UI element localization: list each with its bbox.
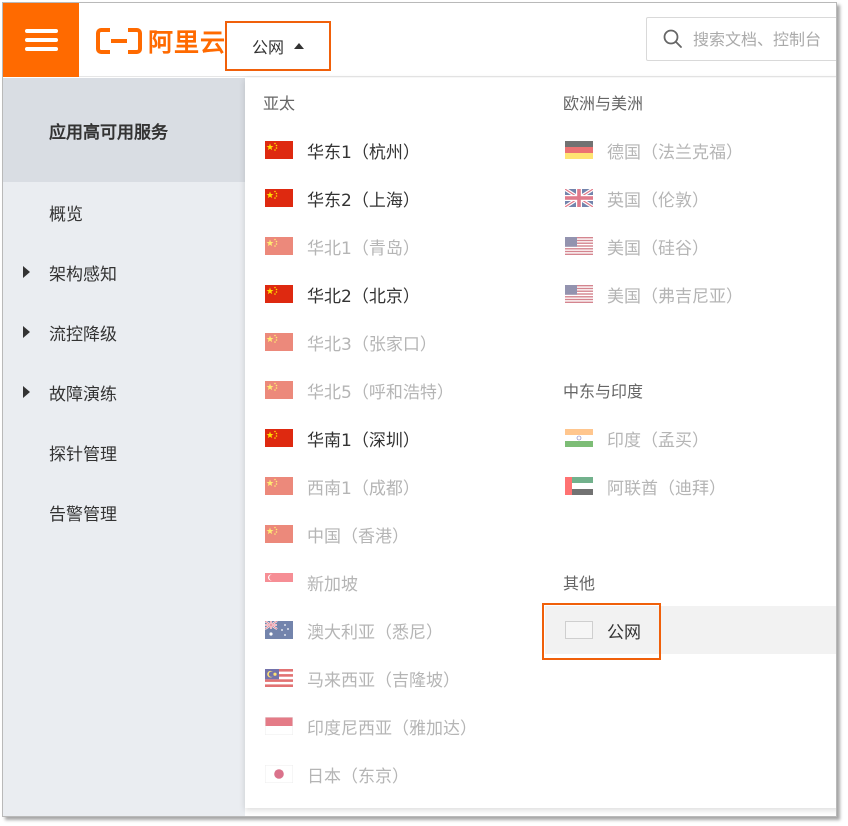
malaysia-flag-icon xyxy=(265,669,293,687)
region-option-label: 澳大利亚（悉尼） xyxy=(307,622,443,643)
selected-highlight-box xyxy=(542,603,661,660)
region-option-label: 新加坡 xyxy=(307,574,358,595)
region-option-label: 日本（东京） xyxy=(307,766,409,787)
region-option-label: 德国（法兰克福） xyxy=(607,142,743,163)
top-bar: 阿里云 公网 xyxy=(3,3,836,77)
sidebar-item-label: 故障演练 xyxy=(49,384,117,405)
region-option: 英国（伦敦） xyxy=(545,174,836,222)
sidebar-item[interactable]: 概览 xyxy=(3,182,245,242)
china-flag-icon xyxy=(265,429,293,447)
region-option-label: 英国（伦敦） xyxy=(607,190,709,211)
region-option-label: 美国（弗吉尼亚） xyxy=(607,286,743,307)
indonesia-flag-icon xyxy=(265,717,293,735)
region-option-label: 阿联酋（迪拜） xyxy=(607,478,726,499)
sidebar-item[interactable]: 故障演练 xyxy=(3,362,245,422)
region-option: 马来西亚（吉隆坡） xyxy=(245,654,545,702)
region-option[interactable]: 华东2（上海） xyxy=(245,174,545,222)
china-flag-icon xyxy=(265,237,293,255)
region-option: 西南1（成都） xyxy=(245,462,545,510)
aliyun-logo[interactable]: 阿里云 xyxy=(96,25,226,57)
region-option[interactable]: 华南1（深圳） xyxy=(245,414,545,462)
region-column-left: 亚太 华东1（杭州） 华东2（上海） 华北1（青岛） 华北2（北京） 华北3（张家口） 华… xyxy=(245,78,545,798)
china-flag-icon xyxy=(265,381,293,399)
group-title-europe-americas: 欧洲与美洲 xyxy=(563,94,644,113)
region-option-label: 华北2（北京） xyxy=(307,286,420,307)
region-option-label: 印度尼西亚（雅加达） xyxy=(307,718,477,739)
sidebar-item-label: 架构感知 xyxy=(49,264,117,285)
sidebar-item-label: 探针管理 xyxy=(49,444,117,465)
region-option: 华北5（呼和浩特） xyxy=(245,366,545,414)
aliyun-logo-mark xyxy=(96,28,142,54)
china-flag-icon xyxy=(265,525,293,543)
sidebar-item[interactable]: 流控降级 xyxy=(3,302,245,362)
china-flag-icon xyxy=(265,333,293,351)
region-option: 华北3（张家口） xyxy=(245,318,545,366)
region-option: 美国（硅谷） xyxy=(545,222,836,270)
sidebar: 应用高可用服务 概览架构感知流控降级故障演练探针管理告警管理 xyxy=(3,78,245,816)
region-option[interactable]: 华东1（杭州） xyxy=(245,126,545,174)
region-option-label: 华北1（青岛） xyxy=(307,238,420,259)
usa-flag-icon xyxy=(565,237,593,255)
region-dropdown: 亚太 华东1（杭州） 华东2（上海） 华北1（青岛） 华北2（北京） 华北3（张家口） 华… xyxy=(245,78,836,808)
region-selector-button[interactable]: 公网 xyxy=(225,21,331,71)
menu-icon[interactable] xyxy=(3,3,79,77)
region-option: 新加坡 xyxy=(245,558,545,606)
region-option-label: 华东2（上海） xyxy=(307,190,420,211)
region-option-label: 美国（硅谷） xyxy=(607,238,709,259)
region-option[interactable]: 华北2（北京） xyxy=(245,270,545,318)
expand-arrow-icon xyxy=(23,326,30,338)
region-option-label: 华南1（深圳） xyxy=(307,430,420,451)
sidebar-item[interactable]: 探针管理 xyxy=(3,422,245,482)
china-flag-icon xyxy=(265,477,293,495)
region-option: 中国（香港） xyxy=(245,510,545,558)
singapore-flag-icon xyxy=(265,573,293,591)
search-box[interactable] xyxy=(646,17,836,61)
group-title-middle-east-india: 中东与印度 xyxy=(563,382,644,401)
sidebar-item-label: 告警管理 xyxy=(49,504,117,525)
expand-arrow-icon xyxy=(23,266,30,278)
sidebar-item[interactable]: 告警管理 xyxy=(3,482,245,542)
group-title-other: 其他 xyxy=(563,574,596,593)
caret-up-icon xyxy=(294,43,305,49)
sidebar-item[interactable]: 架构感知 xyxy=(3,242,245,302)
region-option-label: 华东1（杭州） xyxy=(307,142,420,163)
india-flag-icon xyxy=(565,429,593,447)
usa-flag-icon xyxy=(565,285,593,303)
germany-flag-icon xyxy=(565,141,593,159)
region-option[interactable]: 公网 xyxy=(542,603,836,660)
sidebar-title: 应用高可用服务 xyxy=(3,78,245,182)
region-option: 阿联酋（迪拜） xyxy=(545,462,836,510)
uk-flag-icon xyxy=(565,189,593,207)
search-input[interactable] xyxy=(693,29,836,49)
region-selector-label: 公网 xyxy=(252,38,285,57)
region-option: 美国（弗吉尼亚） xyxy=(545,270,836,318)
australia-flag-icon xyxy=(265,621,293,639)
region-option: 德国（法兰克福） xyxy=(545,126,836,174)
region-option-label: 华北5（呼和浩特） xyxy=(307,382,454,403)
region-option: 澳大利亚（悉尼） xyxy=(245,606,545,654)
region-option-label: 马来西亚（吉隆坡） xyxy=(307,670,460,691)
china-flag-icon xyxy=(265,189,293,207)
region-option: 华北1（青岛） xyxy=(245,222,545,270)
region-column-right: 欧洲与美洲 德国（法兰克福） 英国（伦敦） 美国（硅谷） 美国（弗吉尼亚） 中东与印度… xyxy=(542,78,836,660)
search-icon xyxy=(663,29,682,48)
region-option-label: 华北3（张家口） xyxy=(307,334,437,355)
region-option-label: 印度（孟买） xyxy=(607,430,709,451)
expand-arrow-icon xyxy=(23,386,30,398)
uae-flag-icon xyxy=(565,477,593,495)
region-option-label: 西南1（成都） xyxy=(307,478,420,499)
japan-flag-icon xyxy=(265,765,293,783)
sidebar-item-label: 流控降级 xyxy=(49,324,117,345)
window-frame: 阿里云 公网 应用高可用服务 概览架构感知流控降级故障演练探针管理告警管理 亚太… xyxy=(2,2,837,817)
group-title-asia-pacific: 亚太 xyxy=(263,94,296,113)
sidebar-item-label: 概览 xyxy=(49,204,83,225)
region-option-label: 中国（香港） xyxy=(307,526,409,547)
logo-text: 阿里云 xyxy=(148,28,227,57)
region-option: 印度（孟买） xyxy=(545,414,836,462)
region-option: 日本（东京） xyxy=(245,750,545,798)
region-option: 印度尼西亚（雅加达） xyxy=(245,702,545,750)
china-flag-icon xyxy=(265,141,293,159)
china-flag-icon xyxy=(265,285,293,303)
